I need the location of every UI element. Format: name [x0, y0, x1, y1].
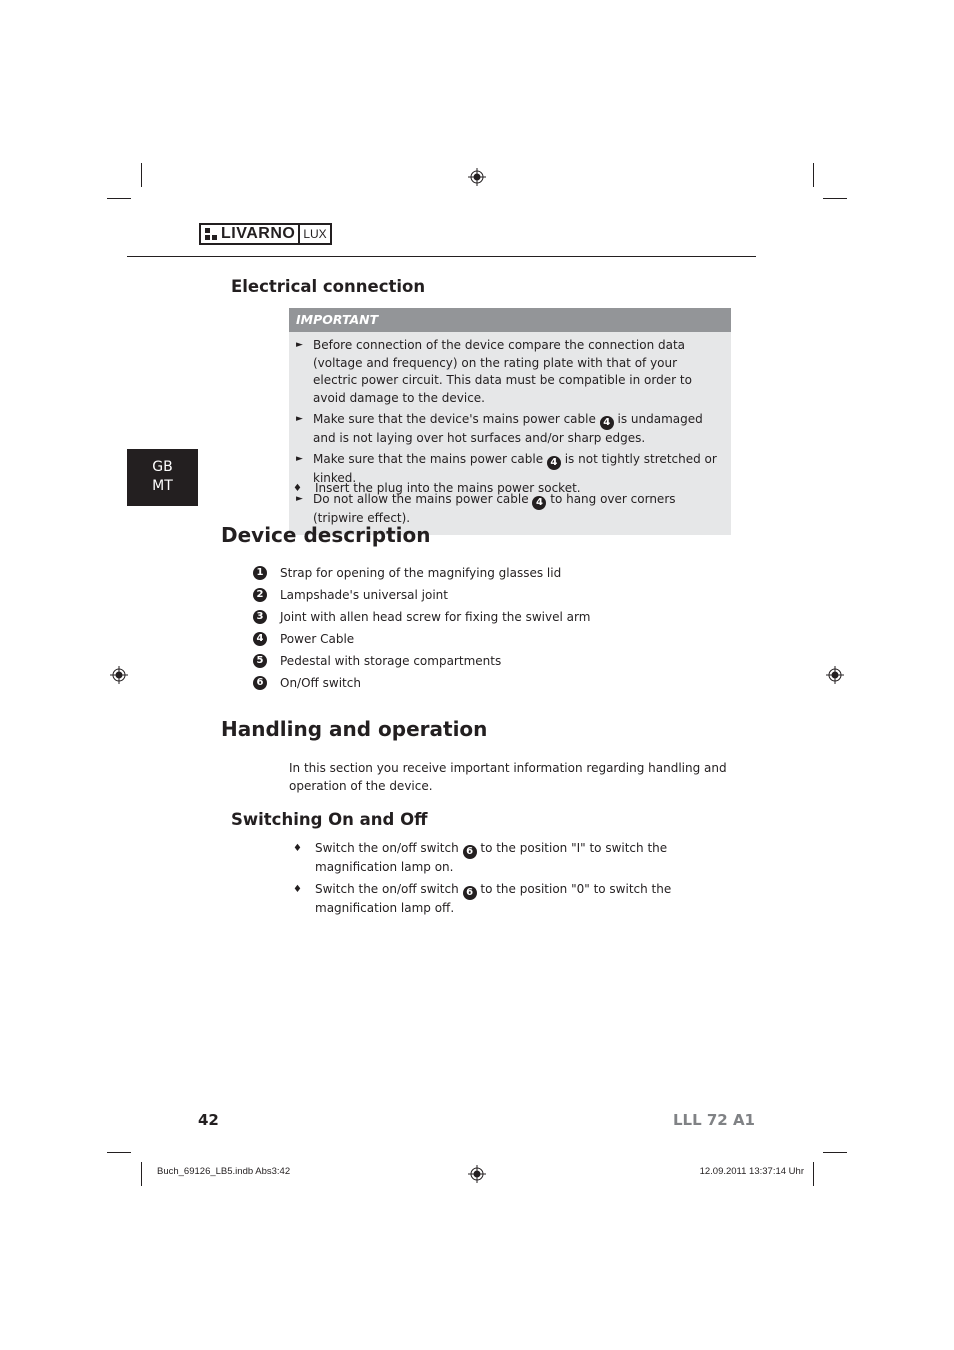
part-item: 4 Power Cable — [253, 631, 590, 653]
print-slug-file: Buch_69126_LB5.indb Abs3:42 — [157, 1166, 291, 1177]
part-label: Power Cable — [280, 632, 355, 646]
part-item: 2 Lampshade's universal joint — [253, 587, 590, 609]
language-tab-line1: GB — [152, 459, 173, 475]
model-number: LLL 72 A1 — [672, 1111, 755, 1129]
crop-mark — [107, 1152, 131, 1153]
part-reference-badge: 6 — [462, 886, 477, 900]
part-label: Pedestal with storage compartments — [280, 654, 502, 668]
language-tab-line2: MT — [152, 478, 173, 494]
important-item-text: Before connection of the device compare … — [313, 338, 692, 405]
crop-mark — [813, 163, 814, 187]
part-reference-badge: 4 — [546, 455, 561, 470]
arrow-bullet-icon: ► — [296, 413, 303, 424]
part-reference-badge: 4 — [599, 415, 614, 430]
registration-mark-icon — [110, 666, 128, 684]
step-item: ♦ Insert the plug into the mains power s… — [293, 480, 733, 498]
section-title-electrical-connection: Electrical connection — [231, 277, 426, 296]
handling-intro: In this section you receive important in… — [289, 761, 727, 793]
part-item: 1 Strap for opening of the magnifying gla… — [253, 565, 590, 587]
part-label: Strap for opening of the magnifying glas… — [280, 566, 562, 580]
part-label: Joint with allen head screw for fixing t… — [280, 610, 591, 624]
parts-list: 1 Strap for opening of the magnifying gla… — [253, 565, 590, 697]
brand-logo: LIVARNO LUX — [199, 223, 332, 245]
header-rule — [127, 256, 756, 257]
registration-mark-icon — [826, 666, 844, 684]
important-heading: IMPORTANT — [289, 308, 731, 332]
part-number-badge: 6 — [253, 676, 267, 690]
diamond-bullet-icon: ♦ — [293, 843, 302, 854]
part-number-badge: 2 — [253, 588, 267, 602]
arrow-bullet-icon: ► — [296, 453, 303, 464]
diamond-bullet-icon: ♦ — [293, 483, 302, 494]
language-tab: GB MT — [127, 449, 198, 506]
part-number-badge: 4 — [253, 632, 267, 646]
crop-mark — [823, 198, 847, 199]
logo-brand-text: LIVARNO — [221, 225, 296, 242]
logo-mark-icon — [205, 228, 217, 240]
crop-mark — [107, 198, 131, 199]
arrow-bullet-icon: ► — [296, 340, 303, 350]
registration-mark-icon — [468, 168, 486, 186]
part-number-badge: 3 — [253, 610, 267, 624]
crop-mark — [141, 163, 142, 187]
part-item: 5 Pedestal with storage compartments — [253, 653, 590, 675]
section-title-switching: Switching On and Off — [231, 810, 428, 829]
step-text-part: Switch the on/off switch — [315, 882, 463, 896]
important-item: ► Make sure that the device's mains powe… — [296, 411, 723, 448]
part-label: On/Off switch — [280, 676, 361, 690]
important-item: ► Before connection of the device compar… — [296, 337, 723, 407]
part-number-badge: 5 — [253, 654, 267, 668]
registration-mark-icon — [468, 1165, 486, 1183]
step-item: ♦ Switch the on/off switch 6 to the posi… — [293, 840, 723, 877]
important-list: ► Before connection of the device compar… — [289, 332, 731, 535]
step-text: Insert the plug into the mains power soc… — [315, 481, 581, 495]
print-slug-timestamp: 12.09.2011 13:37:14 Uhr — [699, 1166, 804, 1177]
important-item-text: Make sure that the mains power cable — [313, 451, 547, 466]
diamond-bullet-icon: ♦ — [293, 884, 302, 895]
logo-main: LIVARNO — [199, 223, 301, 245]
crop-mark — [813, 1162, 814, 1186]
step-item: ♦ Switch the on/off switch 6 to the posi… — [293, 881, 723, 918]
part-number-badge: 1 — [253, 566, 267, 580]
part-reference-badge: 4 — [532, 495, 547, 510]
step-text: Switch the on/off switch 6 to the positi… — [293, 840, 723, 877]
logo-sub-text: LUX — [300, 223, 332, 245]
section-title-device-description: Device description — [221, 523, 431, 547]
step-text: Switch the on/off switch 6 to the positi… — [293, 881, 723, 918]
page-number: 42 — [198, 1111, 219, 1129]
crop-mark — [823, 1152, 847, 1153]
part-item: 3 Joint with allen head screw for fixing … — [253, 609, 590, 631]
step-text-part: Switch the on/off switch — [315, 841, 463, 855]
section-title-handling-operation: Handling and operation — [221, 717, 488, 741]
important-item-text: Make sure that the device's mains power … — [313, 411, 600, 426]
crop-mark — [141, 1162, 142, 1186]
part-label: Lampshade's universal joint — [280, 588, 448, 602]
part-reference-badge: 6 — [462, 845, 477, 859]
part-item: 6 On/Off switch — [253, 675, 590, 697]
important-notice-box: IMPORTANT ► Before connection of the dev… — [289, 308, 731, 535]
